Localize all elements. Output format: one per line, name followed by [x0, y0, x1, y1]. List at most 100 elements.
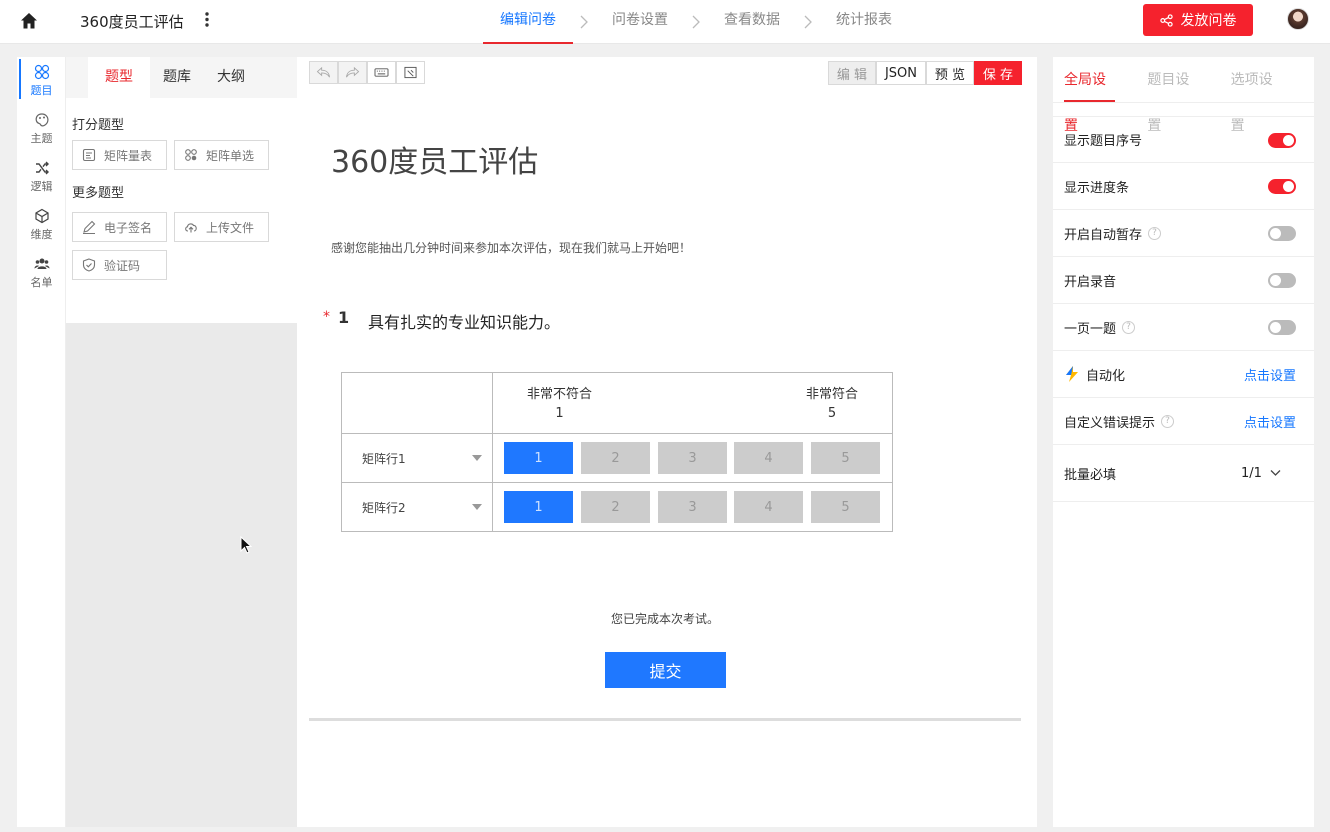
add-matrix-scale-button[interactable]: 矩阵量表 — [72, 140, 167, 170]
add-matrix-single-button[interactable]: 矩阵单选 — [174, 140, 269, 170]
help-icon[interactable]: ? — [1161, 414, 1175, 428]
question-text[interactable]: 具有扎实的专业知识能力。 — [368, 309, 560, 333]
batch-required-select[interactable]: 1/1 — [1241, 466, 1281, 481]
keyboard-button[interactable] — [367, 61, 396, 84]
add-signature-button[interactable]: 电子签名 — [72, 212, 167, 242]
edit-button[interactable]: 编 辑 — [828, 61, 876, 85]
step-edit[interactable]: 编辑问卷 — [483, 0, 573, 44]
question-number: 1 — [338, 308, 350, 327]
question-icon — [34, 64, 49, 80]
shuffle-icon — [35, 161, 49, 175]
qbtn-label: 矩阵单选 — [206, 148, 255, 163]
matrix-option[interactable]: 2 — [581, 442, 650, 474]
caret-down-icon[interactable] — [472, 504, 482, 510]
automation-setup-link[interactable]: 点击设置 — [1244, 365, 1296, 384]
rail-label: 主题 — [30, 132, 53, 145]
setting-label: 显示题目序号 — [1064, 134, 1143, 149]
question-panel-tabs: 题型 题库 大纲 — [66, 57, 297, 98]
setting-row-automation: 自动化 点击设置 — [1053, 351, 1314, 398]
cube-icon — [34, 208, 49, 224]
tab-question-types[interactable]: 题型 — [88, 57, 150, 98]
history-toolbar — [309, 61, 425, 84]
one-per-page-toggle[interactable] — [1268, 320, 1296, 335]
add-upload-button[interactable]: 上传文件 — [174, 212, 269, 242]
rail-item-dimension[interactable]: 维度 — [17, 201, 66, 249]
qbtn-label: 验证码 — [104, 258, 141, 273]
matrix-table: 非常不符合 1 非常符合 5 矩阵行1 1 2 3 4 5 矩阵行2 1 2 3… — [341, 372, 893, 532]
caret-down-icon[interactable] — [472, 455, 482, 461]
redo-button[interactable] — [338, 61, 367, 84]
matrix-single-icon — [185, 149, 197, 161]
avatar[interactable] — [1287, 8, 1309, 30]
setting-row-autosave: 开启自动暂存 ? — [1053, 210, 1314, 257]
rail-item-theme[interactable]: 主题 — [17, 105, 66, 153]
help-icon[interactable]: ? — [1122, 320, 1136, 334]
autosave-toggle[interactable] — [1268, 226, 1296, 241]
step-data[interactable]: 查看数据 — [707, 0, 797, 44]
rail-item-questions[interactable]: 题目 — [17, 57, 66, 105]
chevron-right-icon — [804, 15, 812, 29]
matrix-option[interactable]: 2 — [581, 491, 650, 523]
finish-text[interactable]: 您已完成本次考试。 — [297, 610, 1033, 627]
left-rail: 题目 主题 逻辑 维度 名单 — [17, 57, 66, 827]
submit-button[interactable]: 提交 — [605, 652, 726, 688]
setting-label: 开启录音 — [1064, 274, 1117, 290]
publish-button[interactable]: 发放问卷 — [1143, 4, 1253, 36]
more-vertical-icon[interactable] — [200, 10, 214, 30]
json-button[interactable]: JSON — [876, 61, 926, 85]
matrix-option[interactable]: 1 — [504, 491, 573, 523]
save-button[interactable]: 保 存 — [974, 61, 1022, 85]
rail-label: 题目 — [30, 84, 53, 97]
undo-icon — [316, 66, 330, 78]
matrix-option[interactable]: 4 — [734, 491, 803, 523]
setting-row-error-tip: 自定义错误提示 ? 点击设置 — [1053, 398, 1314, 445]
survey-title[interactable]: 360度员工评估 — [331, 137, 538, 181]
matrix-row-label[interactable]: 矩阵行1 — [362, 450, 406, 467]
add-captcha-button[interactable]: 验证码 — [72, 250, 167, 280]
setting-label: 显示进度条 — [1064, 180, 1130, 196]
recording-toggle[interactable] — [1268, 273, 1296, 288]
palette-icon — [35, 113, 49, 127]
clear-format-button[interactable] — [396, 61, 425, 84]
divider — [492, 373, 493, 531]
pen-icon — [83, 220, 96, 234]
step-settings[interactable]: 问卷设置 — [595, 0, 685, 44]
tab-option-settings[interactable]: 选项设置 — [1231, 57, 1282, 134]
required-mark: * — [323, 309, 330, 325]
progress-toggle[interactable] — [1268, 179, 1296, 194]
step-nav: 编辑问卷 问卷设置 查看数据 统计报表 — [483, 0, 909, 44]
setting-label: 自定义错误提示 — [1064, 415, 1156, 431]
survey-description[interactable]: 感谢您能抽出几分钟时间来参加本次评估，现在我们就马上开始吧！ — [331, 239, 691, 256]
rail-item-list[interactable]: 名单 — [17, 249, 66, 297]
help-icon[interactable]: ? — [1148, 226, 1162, 240]
home-icon[interactable] — [19, 11, 39, 31]
matrix-option[interactable]: 4 — [734, 442, 803, 474]
mouse-cursor-icon — [240, 536, 252, 554]
rail-item-logic[interactable]: 逻辑 — [17, 153, 66, 201]
show-number-toggle[interactable] — [1268, 133, 1296, 148]
tab-question-bank[interactable]: 题库 — [150, 57, 204, 98]
undo-button[interactable] — [309, 61, 338, 84]
cloud-upload-icon — [185, 223, 197, 233]
matrix-row-label[interactable]: 矩阵行2 — [362, 499, 406, 516]
setting-label: 一页一题 — [1064, 321, 1117, 337]
matrix-option[interactable]: 5 — [811, 491, 880, 523]
keyboard-icon — [374, 68, 389, 77]
preview-button[interactable]: 预 览 — [926, 61, 974, 85]
tab-global-settings[interactable]: 全局设置 — [1064, 57, 1116, 134]
matrix-option[interactable]: 3 — [658, 442, 727, 474]
step-report[interactable]: 统计报表 — [819, 0, 909, 44]
tab-question-settings[interactable]: 题目设置 — [1147, 57, 1198, 134]
tab-outline[interactable]: 大纲 — [204, 57, 258, 98]
mode-toolbar: 编 辑 JSON 预 览 保 存 — [828, 61, 1022, 85]
matrix-option[interactable]: 1 — [504, 442, 573, 474]
matrix-option[interactable]: 5 — [811, 442, 880, 474]
matrix-option[interactable]: 3 — [658, 491, 727, 523]
setting-row-batch-required: 批量必填 1/1 — [1053, 445, 1314, 502]
rail-label: 维度 — [30, 228, 53, 241]
scale-low-value: 1 — [555, 406, 564, 421]
qbtn-label: 矩阵量表 — [104, 148, 153, 163]
divider — [309, 718, 1021, 721]
chevron-right-icon — [580, 15, 588, 29]
error-tip-setup-link[interactable]: 点击设置 — [1244, 412, 1296, 431]
